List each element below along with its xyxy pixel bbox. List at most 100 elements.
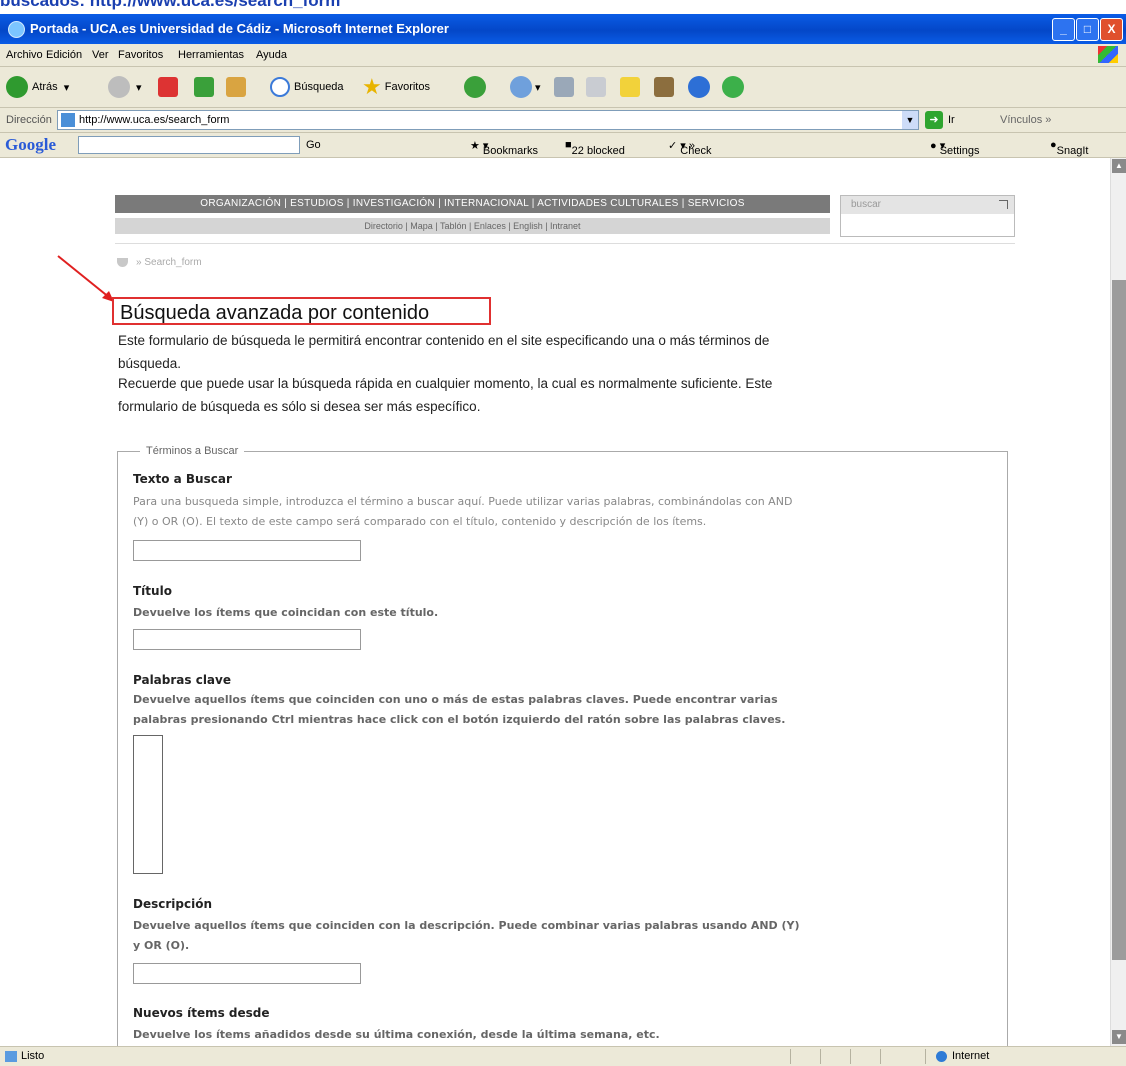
intro-line-4: formulario de búsqueda es sólo si desea … xyxy=(118,399,481,414)
back-button[interactable]: Atrás ▾ xyxy=(6,75,69,99)
page-icon xyxy=(61,113,75,127)
google-toolbar: Google Go ★ Bookmarks ▾ ■ 22 blocked ✓ C… xyxy=(0,133,1126,158)
description-field-label: Descripción xyxy=(133,897,212,911)
description-input[interactable] xyxy=(133,963,361,984)
globe-icon xyxy=(936,1050,947,1062)
mail-button[interactable]: ▾ xyxy=(510,75,541,99)
search-button[interactable]: Búsqueda xyxy=(270,75,344,99)
site-search-label: buscar xyxy=(851,199,882,210)
edit-icon xyxy=(586,77,606,97)
menu-item-ayuda[interactable]: Ayuda xyxy=(256,49,287,61)
scroll-down-icon[interactable]: ▼ xyxy=(1112,1030,1126,1044)
windows-logo-icon xyxy=(1098,46,1118,63)
vertical-scrollbar[interactable]: ▲ ▼ xyxy=(1110,158,1126,1046)
research-icon xyxy=(654,77,674,97)
divider xyxy=(115,243,1015,244)
address-label: Dirección xyxy=(6,114,52,126)
notes-icon xyxy=(620,77,640,97)
history-icon xyxy=(464,76,486,98)
window-title: Portada - UCA.es Universidad de Cádiz - … xyxy=(30,21,449,36)
stop-button[interactable] xyxy=(158,75,178,99)
intro-line-2: búsqueda. xyxy=(118,356,182,371)
menu-item-herramientas[interactable]: Herramientas xyxy=(178,49,244,61)
corner-icon xyxy=(999,200,1008,209)
caption-fragment: buscados: http://www.uca.es/search_form xyxy=(0,0,341,10)
new-items-field-label: Nuevos ítems desde xyxy=(133,1006,270,1020)
scroll-up-icon[interactable]: ▲ xyxy=(1112,159,1126,173)
intro-line-1: Este formulario de búsqueda le permitirá… xyxy=(118,333,770,348)
history-button[interactable] xyxy=(464,75,486,99)
page-title: Búsqueda avanzada por contenido xyxy=(112,297,491,325)
keywords-field-label: Palabras clave xyxy=(133,673,231,687)
window-titlebar: Portada - UCA.es Universidad de Cádiz - … xyxy=(0,14,1126,44)
ie-logo-icon xyxy=(8,21,25,38)
refresh-button[interactable] xyxy=(194,75,214,99)
address-dropdown[interactable]: ▼ xyxy=(902,111,918,129)
text-field-help-1: Para una busqueda simple, introduzca el … xyxy=(133,495,793,508)
home-icon xyxy=(226,77,246,97)
address-bar: Dirección http://www.uca.es/search_form … xyxy=(0,108,1126,133)
notes-button[interactable] xyxy=(620,75,640,99)
home-button[interactable] xyxy=(226,75,246,99)
google-logo: Google xyxy=(5,135,56,154)
dropdown-arrow-icon: ▾ xyxy=(63,81,70,94)
go-button[interactable]: ➜ xyxy=(925,111,943,129)
messenger-icon xyxy=(688,76,710,98)
settings-button[interactable]: ● Settings ▾ xyxy=(930,139,979,157)
popup-blocker-button[interactable]: ■ 22 blocked xyxy=(565,139,625,157)
menu-bar: Archivo Edición Ver Favoritos Herramient… xyxy=(0,44,1126,67)
scroll-thumb[interactable] xyxy=(1112,280,1126,960)
menu-item-archivo[interactable]: Archivo xyxy=(6,49,43,61)
text-field-help-2: (Y) o OR (O). El texto de este campo ser… xyxy=(133,515,707,528)
refresh-icon xyxy=(194,77,214,97)
research-button[interactable] xyxy=(654,75,674,99)
breadcrumb: » Search_form xyxy=(117,257,202,268)
description-field-help-1: Devuelve aquellos ítems que coinciden co… xyxy=(133,919,800,932)
go-label[interactable]: Ir xyxy=(948,114,955,126)
edit-button[interactable] xyxy=(586,75,606,99)
status-bar: Listo Internet xyxy=(0,1046,1126,1066)
spellcheck-button[interactable]: ✓ Check ▾ » xyxy=(668,139,711,157)
bookmarks-button[interactable]: ★ Bookmarks ▾ xyxy=(470,139,538,157)
page-done-icon xyxy=(5,1050,17,1062)
site-search-box[interactable]: buscar xyxy=(840,195,1015,237)
search-text-input[interactable] xyxy=(133,540,361,561)
search-icon xyxy=(270,77,290,97)
site-sub-nav[interactable]: Directorio | Mapa | Tablón | Enlaces | E… xyxy=(115,218,830,234)
keywords-select[interactable] xyxy=(133,735,163,874)
red-arrow-annotation xyxy=(57,255,114,302)
toolbar: Atrás ▾ ▾ Búsqueda ★ Favoritos ▾ xyxy=(0,67,1126,108)
title-field-help: Devuelve los ítems que coincidan con est… xyxy=(133,606,439,619)
print-button[interactable] xyxy=(554,75,574,99)
security-zone: Internet xyxy=(936,1050,989,1062)
maximize-button[interactable]: □ xyxy=(1076,18,1099,41)
site-main-nav[interactable]: ORGANIZACIÓN | ESTUDIOS | INVESTIGACIÓN … xyxy=(115,195,830,213)
close-button[interactable]: X xyxy=(1100,18,1123,41)
menu-item-favoritos[interactable]: Favoritos xyxy=(118,49,163,61)
favorites-button[interactable]: ★ Favoritos xyxy=(362,74,430,99)
google-search-input[interactable] xyxy=(78,136,300,154)
site-logo-icon[interactable] xyxy=(117,257,128,267)
forward-button[interactable]: ▾ xyxy=(108,75,142,99)
keywords-field-help-2: palabras presionando Ctrl mientras hace … xyxy=(133,713,786,726)
mail-icon xyxy=(510,76,532,98)
messenger-button[interactable] xyxy=(688,75,710,99)
google-go-button[interactable]: Go xyxy=(306,139,321,151)
minimize-button[interactable]: _ xyxy=(1052,18,1075,41)
menu-item-ver[interactable]: Ver xyxy=(92,49,109,61)
keywords-field-help-1: Devuelve aquellos ítems que coinciden co… xyxy=(133,693,778,706)
address-input[interactable]: http://www.uca.es/search_form ▼ xyxy=(57,110,919,130)
title-input[interactable] xyxy=(133,629,361,650)
status-text: Listo xyxy=(5,1050,44,1062)
forward-arrow-icon xyxy=(108,76,130,98)
msn-button[interactable] xyxy=(722,75,744,99)
text-field-label: Texto a Buscar xyxy=(133,472,232,486)
links-button[interactable]: Vínculos » xyxy=(1000,114,1051,126)
new-items-field-help: Devuelve los ítems añadidos desde su últ… xyxy=(133,1028,660,1041)
menu-item-edicion[interactable]: Edición xyxy=(46,49,82,61)
snagit-button[interactable]: ● SnagIt xyxy=(1050,139,1088,157)
back-arrow-icon xyxy=(6,76,28,98)
print-icon xyxy=(554,77,574,97)
intro-line-3: Recuerde que puede usar la búsqueda rápi… xyxy=(118,376,773,391)
msn-icon xyxy=(722,76,744,98)
